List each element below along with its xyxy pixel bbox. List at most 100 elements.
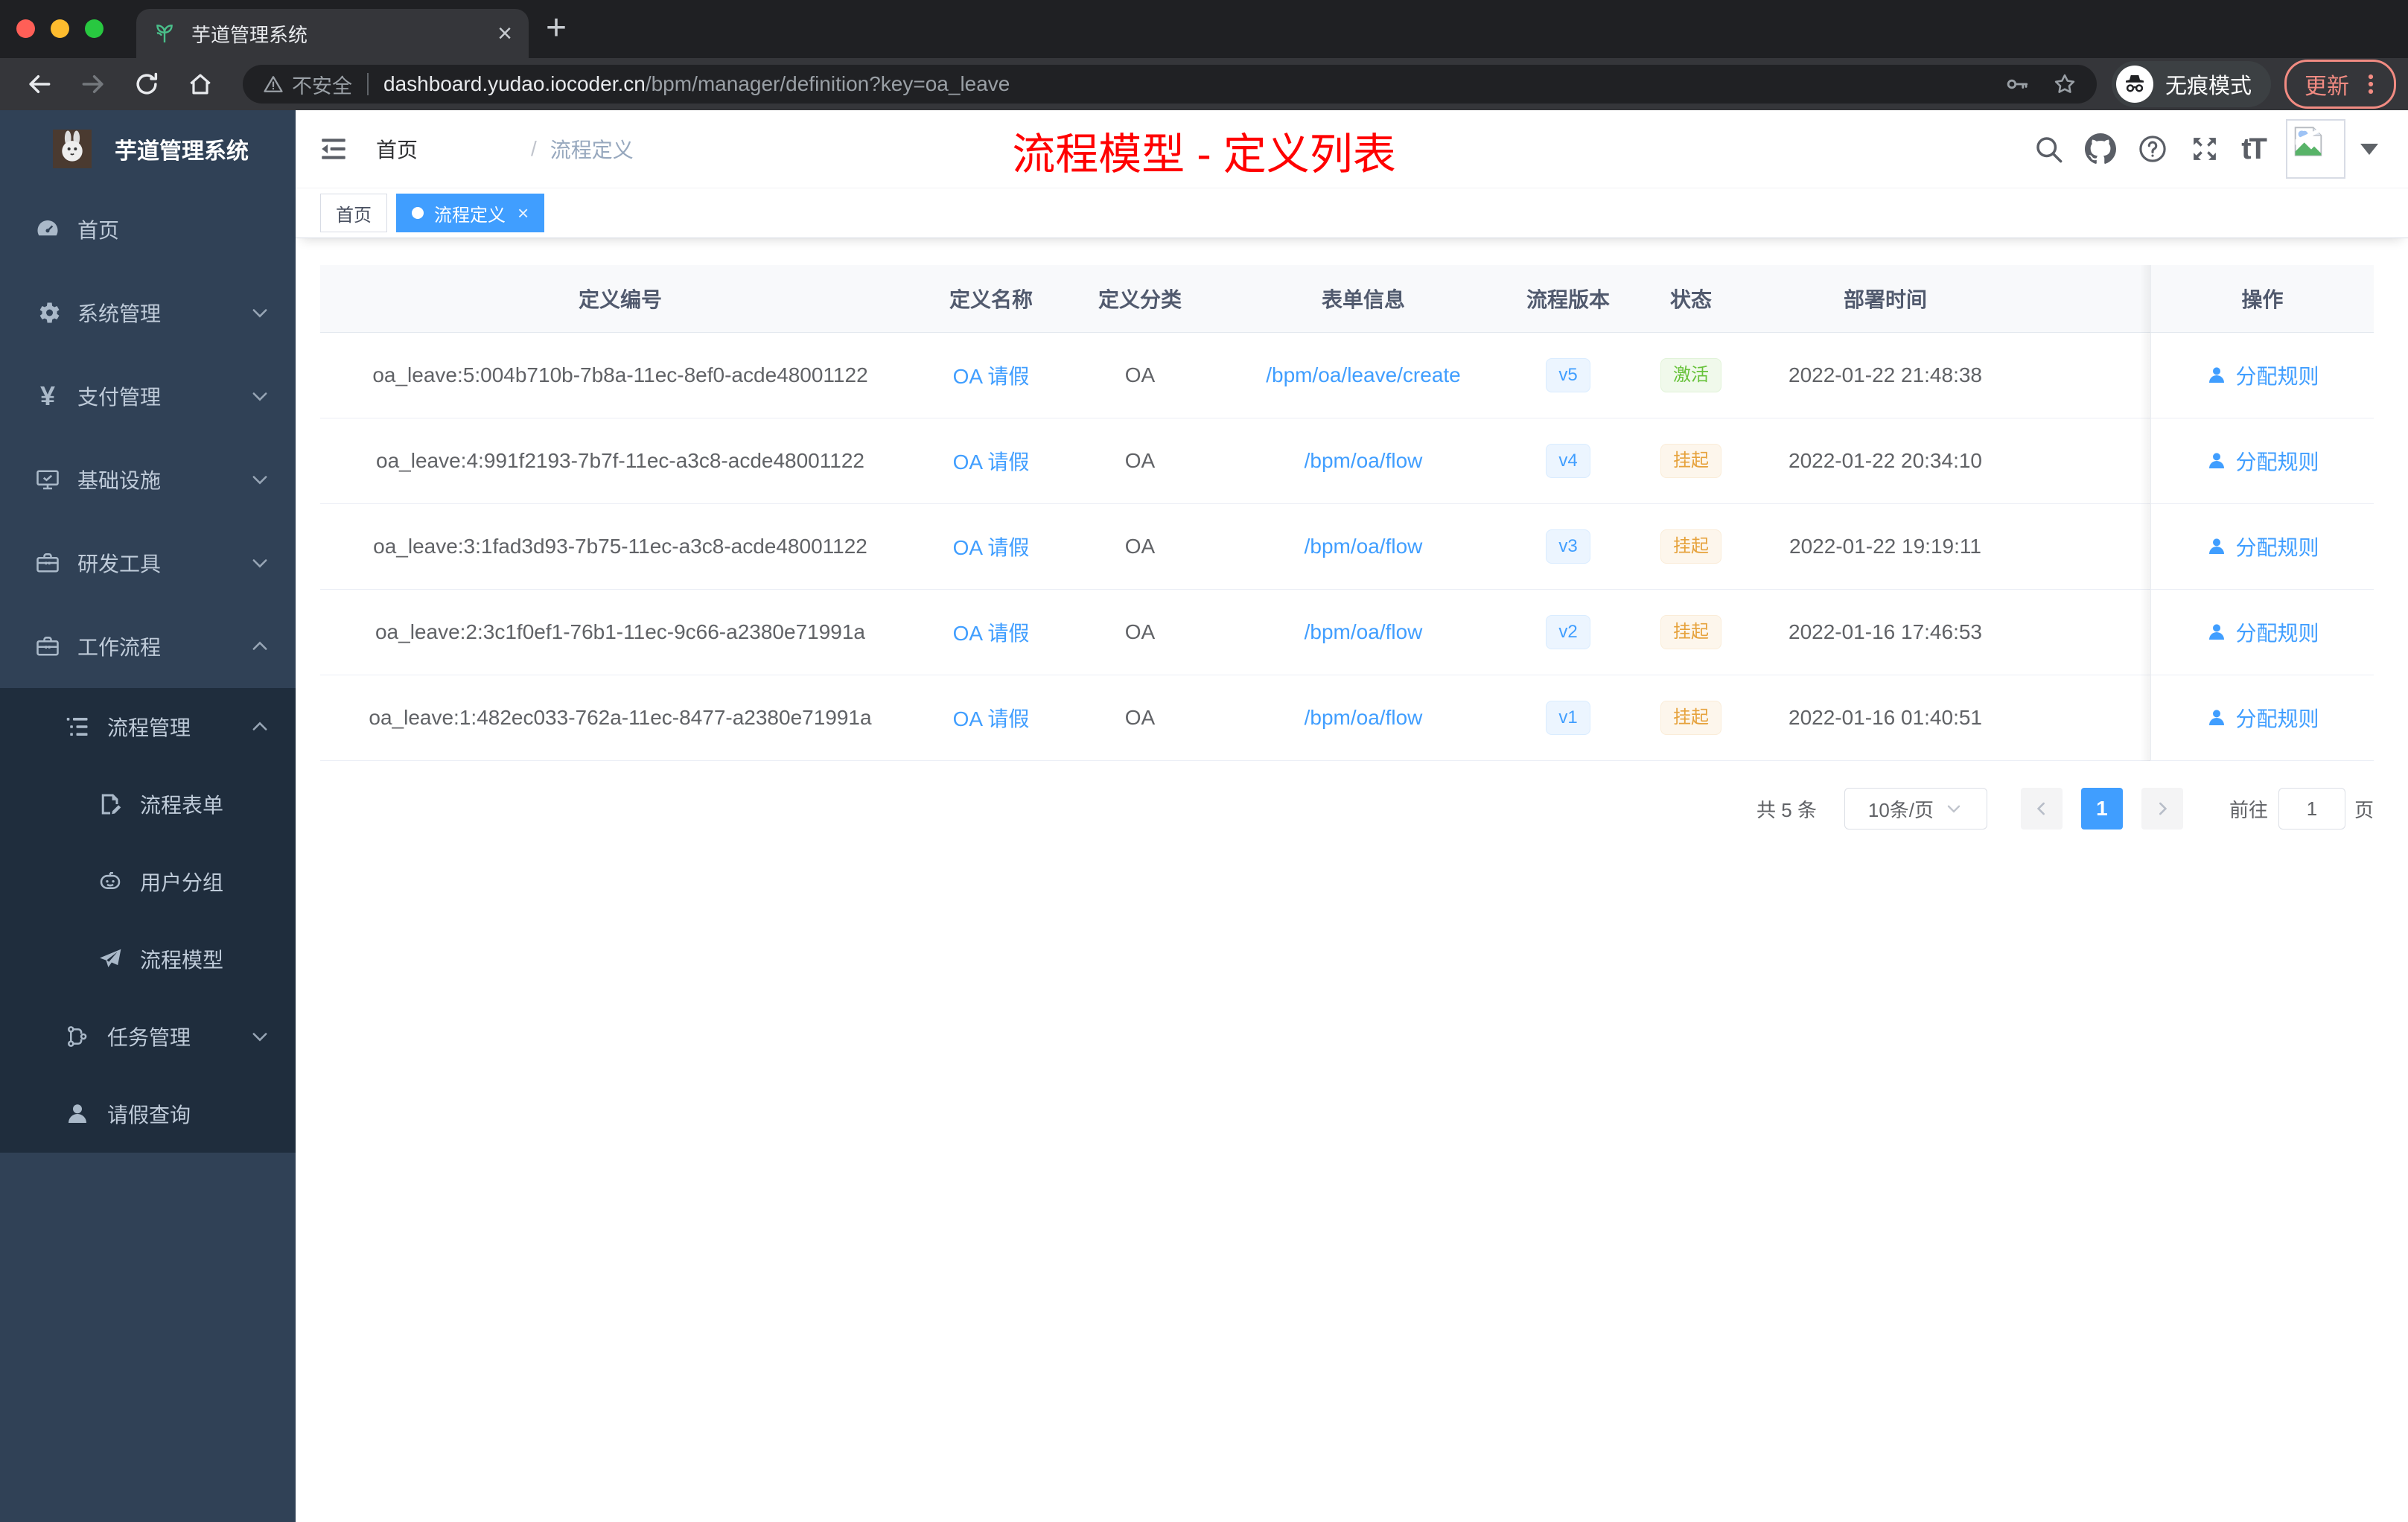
goto-page-input[interactable]: 1 (2278, 788, 2345, 830)
definition-name-link[interactable]: OA 请假 (953, 703, 1030, 733)
main-area: 首页 / 流程定义 tT 首页 流程定义 × 定义编号 定义名称 定义分类 表单… (296, 110, 2408, 1522)
forward-icon[interactable] (79, 70, 107, 98)
font-size-icon[interactable]: tT (2241, 133, 2267, 165)
assign-rule-button[interactable]: 分配规则 (2205, 532, 2319, 561)
window-zoom-button[interactable] (85, 19, 103, 38)
cell-deploy-time: 2022-01-16 17:46:53 (1789, 620, 1982, 643)
address-bar[interactable]: 不安全 dashboard.yudao.iocoder.cn /bpm/mana… (243, 65, 2097, 104)
assign-rule-button[interactable]: 分配规则 (2205, 360, 2319, 390)
browser-menu-icon[interactable] (2358, 71, 2383, 97)
sidebar-item-系统管理[interactable]: 系统管理 (0, 271, 296, 354)
page-size-value: 10条/页 (1867, 798, 1934, 821)
sidebar-item-label: 基础设施 (77, 469, 162, 492)
dashboard-icon (34, 216, 61, 243)
chevron-down-icon (1944, 799, 1963, 818)
breadcrumb: 首页 / 流程定义 (376, 134, 707, 164)
sidebar-item-流程模型[interactable]: 流程模型 (0, 920, 296, 998)
table-row: oa_leave:2:3c1f0ef1-76b1-11ec-9c66-a2380… (320, 590, 2374, 675)
definition-name-link[interactable]: OA 请假 (953, 617, 1030, 647)
form-info-link[interactable]: /bpm/oa/flow (1305, 535, 1423, 558)
sidebar-item-支付管理[interactable]: ¥ 支付管理 (0, 354, 296, 438)
monitor-icon (34, 466, 61, 493)
sidebar-item-流程表单[interactable]: 流程表单 (0, 765, 296, 843)
password-key-icon[interactable] (2004, 71, 2030, 97)
status-badge: 挂起 (1660, 701, 1721, 735)
github-icon[interactable] (2085, 133, 2117, 165)
fullscreen-icon[interactable] (2189, 133, 2220, 165)
tab-home-label: 首页 (336, 205, 372, 226)
version-badge: v3 (1546, 529, 1590, 564)
window-minimize-button[interactable] (51, 19, 69, 38)
sidebar-item-请假查询[interactable]: 请假查询 (0, 1075, 296, 1153)
prev-page-button[interactable] (2020, 788, 2063, 830)
sidebar-item-label: 请假查询 (107, 1104, 191, 1127)
gear-icon (34, 299, 61, 326)
user-avatar[interactable] (2286, 119, 2345, 179)
help-question-icon[interactable] (2137, 133, 2168, 165)
hamburger-icon[interactable] (318, 133, 349, 165)
cell-category: OA (1124, 363, 1156, 386)
home-icon[interactable] (186, 70, 214, 98)
definition-table: 定义编号 定义名称 定义分类 表单信息 流程版本 状态 部署时间 操作 oa_leave:5:… (320, 265, 2374, 761)
assign-rule-label: 分配规则 (2235, 622, 2319, 645)
definition-name-link[interactable]: OA 请假 (953, 360, 1030, 390)
cell-deploy-time: 2022-01-16 01:40:51 (1789, 706, 1982, 729)
browser-update-button[interactable]: 更新 (2284, 60, 2397, 109)
sidebar-item-label: 流程表单 (140, 794, 224, 817)
browser-tab[interactable]: 芋道管理系统 × (136, 9, 529, 58)
sidebar-item-任务管理[interactable]: 任务管理 (0, 998, 296, 1075)
sidebar-item-用户分组[interactable]: 用户分组 (0, 843, 296, 920)
form-info-link[interactable]: /bpm/oa/leave/create (1266, 363, 1461, 387)
cell-category: OA (1124, 449, 1156, 472)
definition-name-link[interactable]: OA 请假 (953, 446, 1030, 476)
version-badge: v4 (1546, 444, 1590, 478)
table-row: oa_leave:4:991f2193-7b7f-11ec-a3c8-acde4… (320, 418, 2374, 504)
next-page-button[interactable] (2141, 788, 2183, 830)
definition-name-link[interactable]: OA 请假 (953, 532, 1030, 561)
sidebar-item-工作流程[interactable]: 工作流程 (0, 605, 296, 688)
window-close-button[interactable] (16, 19, 35, 38)
assign-rule-button[interactable]: 分配规则 (2205, 446, 2319, 476)
cell-deploy-time: 2022-01-22 20:34:10 (1789, 449, 1982, 472)
new-tab-button[interactable]: + (546, 7, 567, 49)
warning-icon (262, 73, 284, 95)
breadcrumb-home[interactable]: 首页 (376, 134, 517, 164)
sidebar-item-研发工具[interactable]: 研发工具 (0, 521, 296, 605)
chevron-left-icon (2032, 799, 2051, 818)
assign-rule-button[interactable]: 分配规则 (2205, 617, 2319, 647)
sidebar-logo[interactable]: 芋道管理系统 (0, 110, 296, 188)
tab-process-definition-label: 流程定义 (434, 205, 506, 226)
user-icon (64, 1101, 91, 1127)
tab-home[interactable]: 首页 (320, 194, 387, 232)
version-badge: v5 (1546, 358, 1590, 392)
sidebar-item-label: 流程模型 (140, 949, 224, 972)
cell-definition-id: oa_leave:4:991f2193-7b7f-11ec-a3c8-acde4… (376, 449, 864, 472)
assign-rule-button[interactable]: 分配规则 (2205, 703, 2319, 733)
tab-close-icon[interactable]: × (497, 21, 512, 46)
reload-icon[interactable] (133, 70, 161, 98)
page-number-button[interactable]: 1 (2080, 788, 2123, 830)
list-tree-icon (64, 713, 91, 740)
form-info-link[interactable]: /bpm/oa/flow (1305, 449, 1423, 473)
tab-process-definition[interactable]: 流程定义 × (396, 194, 545, 232)
form-info-link[interactable]: /bpm/oa/flow (1305, 706, 1423, 730)
paper-plane-icon (97, 946, 124, 972)
sidebar-item-label: 首页 (77, 219, 120, 242)
back-icon[interactable] (25, 70, 54, 98)
avatar-dropdown-caret-icon[interactable] (2360, 143, 2378, 155)
fixed-column-shadow (2140, 265, 2150, 761)
page-size-select[interactable]: 10条/页 (1844, 788, 1987, 830)
version-badge: v1 (1546, 701, 1590, 735)
security-label[interactable]: 不安全 (292, 70, 352, 99)
sidebar-item-首页[interactable]: 首页 (0, 188, 296, 271)
column-header-定义编号: 定义编号 (578, 288, 662, 311)
tab-close-icon[interactable]: × (517, 203, 529, 223)
sidebar-item-基础设施[interactable]: 基础设施 (0, 438, 296, 521)
search-icon[interactable] (2033, 133, 2064, 165)
sidebar-item-流程管理[interactable]: 流程管理 (0, 688, 296, 765)
incognito-icon (2116, 66, 2153, 103)
column-header-定义分类: 定义分类 (1098, 288, 1182, 311)
form-info-link[interactable]: /bpm/oa/flow (1305, 620, 1423, 644)
sidebar-item-label: 流程管理 (107, 716, 191, 739)
bookmark-star-icon[interactable] (2052, 71, 2077, 97)
